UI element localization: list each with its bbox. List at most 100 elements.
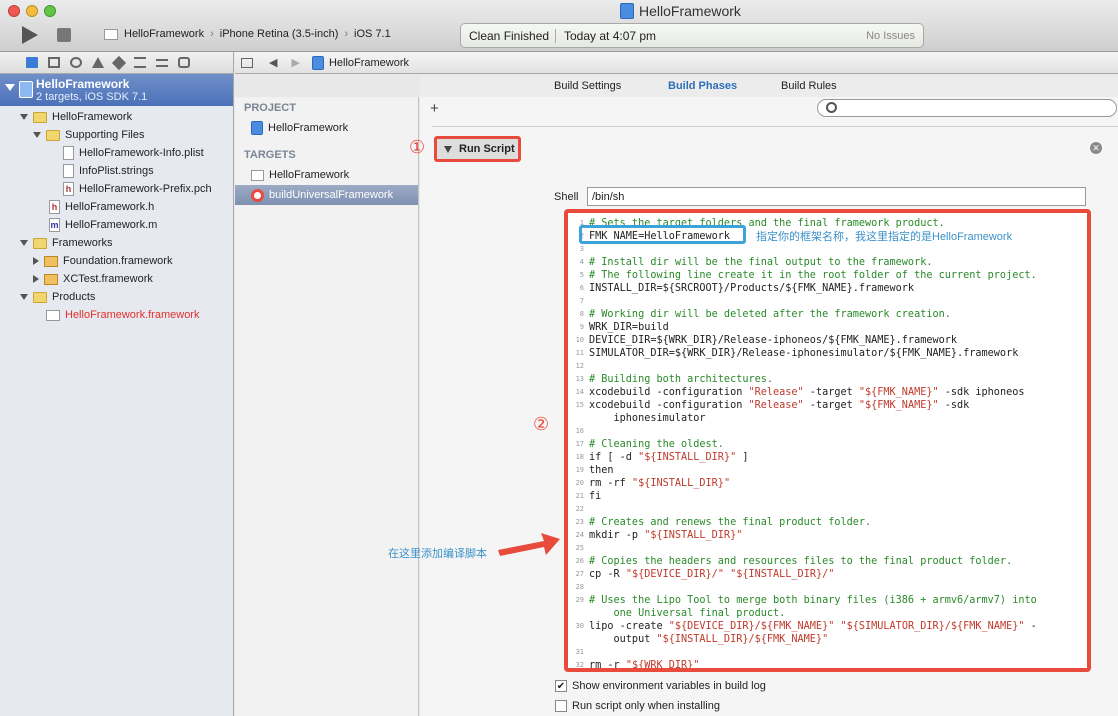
code-line[interactable]: 14 xcodebuild -configuration "Release" -t… — [568, 386, 1087, 399]
target-item[interactable]: HelloFramework — [235, 165, 418, 185]
test-navigator-icon[interactable] — [111, 55, 127, 70]
close-window-button[interactable] — [8, 5, 20, 17]
code-line[interactable]: one Universal final product. — [568, 607, 1087, 620]
code-line[interactable]: 25 — [568, 542, 1087, 555]
show-env-vars-checkbox[interactable]: ✔ Show environment variables in build lo… — [555, 680, 766, 692]
run-only-installing-checkbox[interactable]: Run script only when installing — [555, 700, 720, 712]
code-line[interactable]: 5 # The following line create it in the r… — [568, 269, 1087, 282]
scheme-selector[interactable]: HelloFramework › iPhone Retina (3.5-inch… — [104, 28, 391, 40]
code-line[interactable]: 10 DEVICE_DIR=${WRK_DIR}/Release-iphoneos… — [568, 334, 1087, 347]
tree-item-file[interactable]: InfoPlist.strings — [63, 162, 154, 180]
add-build-phase-button[interactable]: + — [430, 100, 439, 117]
code-line[interactable]: 23 # Creates and renews the final product… — [568, 516, 1087, 529]
symbol-navigator-icon[interactable] — [48, 57, 60, 68]
search-navigator-icon[interactable] — [70, 57, 82, 68]
code-line[interactable]: 7 — [568, 295, 1087, 308]
project-root-item[interactable]: HelloFramework 2 targets, iOS SDK 7.1 — [0, 74, 233, 106]
code-text: # Copies the headers and resources files… — [589, 556, 1013, 567]
minimize-window-button[interactable] — [26, 5, 38, 17]
checkbox-checked-icon[interactable]: ✔ — [555, 680, 567, 692]
disclosure-down-icon[interactable] — [20, 294, 28, 300]
code-line[interactable]: 18 if [ -d "${INSTALL_DIR}" ] — [568, 451, 1087, 464]
forward-arrow-icon[interactable]: ▶ — [291, 56, 299, 69]
code-line[interactable]: 32 rm -r "${WRK_DIR}" — [568, 659, 1087, 668]
shell-input[interactable]: /bin/sh — [587, 187, 1086, 206]
tree-item-product[interactable]: HelloFramework.framework — [46, 306, 199, 324]
disclosure-down-icon[interactable] — [33, 132, 41, 138]
tree-item-label: HelloFramework.h — [65, 201, 155, 213]
stop-button[interactable] — [57, 28, 71, 42]
code-line[interactable]: 6 INSTALL_DIR=${SRCROOT}/Products/${FMK_N… — [568, 282, 1087, 295]
back-arrow-icon[interactable]: ◀ — [269, 56, 277, 69]
project-subtitle: 2 targets, iOS SDK 7.1 — [36, 91, 148, 103]
tree-item-file[interactable]: h HelloFramework.h — [49, 198, 154, 216]
tab-build-settings[interactable]: Build Settings — [554, 80, 621, 92]
disclosure-down-icon[interactable] — [20, 240, 28, 246]
jump-bar-file[interactable]: HelloFramework — [329, 57, 409, 69]
code-line[interactable]: 29 # Uses the Lipo Tool to merge both bin… — [568, 594, 1087, 607]
window-title-text: HelloFramework — [639, 3, 741, 19]
code-line[interactable]: 15 xcodebuild -configuration "Release" -t… — [568, 399, 1087, 412]
search-field[interactable] — [817, 99, 1117, 117]
run-script-phase-header[interactable]: Run Script — [434, 136, 521, 162]
debug-navigator-icon[interactable] — [134, 57, 146, 68]
code-line[interactable]: 28 — [568, 581, 1087, 594]
code-line[interactable]: 9 WRK_DIR=build — [568, 321, 1087, 334]
code-line[interactable]: 27 cp -R "${DEVICE_DIR}/" "${INSTALL_DIR}… — [568, 568, 1087, 581]
code-line[interactable]: 8 # Working dir will be deleted after the… — [568, 308, 1087, 321]
checkbox-unchecked-icon[interactable] — [555, 700, 567, 712]
line-number: 31 — [575, 648, 584, 656]
breakpoint-navigator-icon[interactable] — [156, 58, 168, 67]
tree-item-label: XCTest.framework — [63, 273, 153, 285]
code-line[interactable]: 20 rm -rf "${INSTALL_DIR}" — [568, 477, 1087, 490]
tab-build-phases[interactable]: Build Phases — [668, 80, 737, 92]
tree-item-framework[interactable]: Foundation.framework — [33, 252, 172, 270]
code-line[interactable]: 31 — [568, 646, 1087, 659]
project-item[interactable]: HelloFramework — [235, 118, 418, 138]
target-item-selected[interactable]: buildUniversalFramework — [235, 185, 418, 205]
issue-navigator-icon[interactable] — [92, 57, 104, 68]
disclosure-right-icon[interactable] — [33, 275, 39, 283]
project-navigator-icon[interactable] — [26, 57, 38, 68]
code-line[interactable]: iphonesimulator — [568, 412, 1087, 425]
tree-item-file[interactable]: h HelloFramework-Prefix.pch — [63, 180, 212, 198]
delete-phase-icon[interactable]: ✕ — [1090, 142, 1102, 154]
tree-item-framework[interactable]: XCTest.framework — [33, 270, 153, 288]
script-editor[interactable]: 1 # Sets the target folders and the final… — [564, 209, 1091, 672]
code-line[interactable]: 30 lipo -create "${DEVICE_DIR}/${FMK_NAME… — [568, 620, 1087, 633]
tab-build-rules[interactable]: Build Rules — [781, 80, 837, 92]
code-line[interactable]: 16 — [568, 425, 1087, 438]
header-file-icon: h — [49, 200, 60, 214]
code-line[interactable]: 17 # Cleaning the oldest. — [568, 438, 1087, 451]
code-line[interactable]: 3 — [568, 243, 1087, 256]
code-line[interactable]: 11 SIMULATOR_DIR=${WRK_DIR}/Release-iphon… — [568, 347, 1087, 360]
tree-item-group[interactable]: Supporting Files — [33, 126, 145, 144]
code-line[interactable]: 19 then — [568, 464, 1087, 477]
disclosure-right-icon[interactable] — [33, 257, 39, 265]
run-button[interactable] — [22, 26, 38, 44]
issues-status[interactable]: No Issues — [866, 30, 923, 42]
code-line[interactable]: 21 fi — [568, 490, 1087, 503]
disclosure-down-icon[interactable] — [444, 145, 452, 153]
code-line[interactable]: 26 # Copies the headers and resources fil… — [568, 555, 1087, 568]
code-line[interactable]: 13 # Building both architectures. — [568, 373, 1087, 386]
related-items-icon[interactable] — [241, 57, 253, 68]
code-text: INSTALL_DIR=${SRCROOT}/Products/${FMK_NA… — [589, 283, 915, 294]
code-line[interactable]: 22 — [568, 503, 1087, 516]
code-line[interactable]: 12 — [568, 360, 1087, 373]
disclosure-down-icon[interactable] — [5, 84, 15, 91]
code-line[interactable]: 4 # Install dir will be the final output … — [568, 256, 1087, 269]
log-navigator-icon[interactable] — [178, 57, 190, 68]
scheme-name: HelloFramework — [124, 28, 205, 40]
tree-item-group[interactable]: HelloFramework — [20, 108, 132, 126]
annotation-fmk-note: 指定你的框架名称，我这里指定的是HelloFramework — [756, 231, 1013, 243]
tree-item-file[interactable]: HelloFramework-Info.plist — [63, 144, 204, 162]
tree-item-group[interactable]: Products — [20, 288, 95, 306]
code-line[interactable]: output "${INSTALL_DIR}/${FMK_NAME}" — [568, 633, 1087, 646]
code-line[interactable]: 24 mkdir -p "${INSTALL_DIR}" — [568, 529, 1087, 542]
line-number: 3 — [579, 245, 584, 253]
disclosure-down-icon[interactable] — [20, 114, 28, 120]
tree-item-file[interactable]: m HelloFramework.m — [49, 216, 157, 234]
zoom-window-button[interactable] — [44, 5, 56, 17]
tree-item-group[interactable]: Frameworks — [20, 234, 113, 252]
